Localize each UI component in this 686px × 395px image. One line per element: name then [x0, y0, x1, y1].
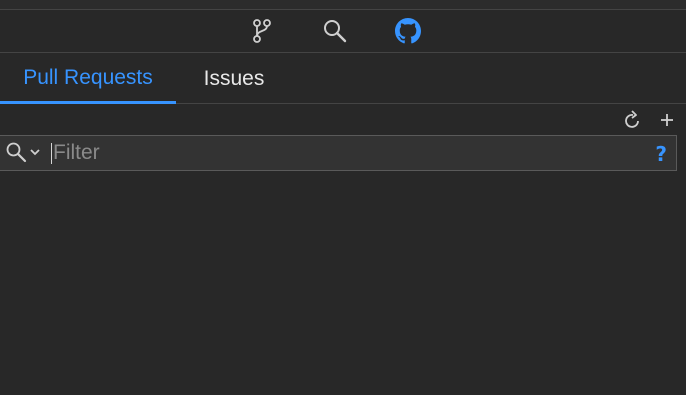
filter-box: ?: [0, 135, 677, 171]
filter-input[interactable]: [53, 139, 643, 167]
search-scope-dropdown[interactable]: [5, 141, 41, 168]
add-icon[interactable]: [656, 110, 678, 130]
chevron-down-icon: [29, 145, 41, 163]
help-button[interactable]: ?: [655, 142, 667, 166]
tab-issues[interactable]: Issues: [192, 54, 276, 104]
list-actions: [622, 110, 678, 130]
tab-pull-requests[interactable]: Pull Requests: [0, 54, 176, 104]
results-area: [0, 172, 686, 395]
tab-issues-label: Issues: [203, 67, 265, 90]
top-strip: [0, 0, 686, 10]
git-branch-icon[interactable]: [249, 18, 275, 44]
text-caret: [51, 143, 52, 164]
tab-bar: Pull Requests Issues: [0, 54, 686, 104]
search-icon: [5, 141, 27, 168]
activity-icon-bar: [0, 11, 686, 53]
search-icon[interactable]: [322, 18, 348, 44]
github-icon[interactable]: [395, 18, 421, 44]
refresh-icon[interactable]: [622, 110, 644, 130]
tab-pull-requests-label: Pull Requests: [23, 65, 153, 89]
